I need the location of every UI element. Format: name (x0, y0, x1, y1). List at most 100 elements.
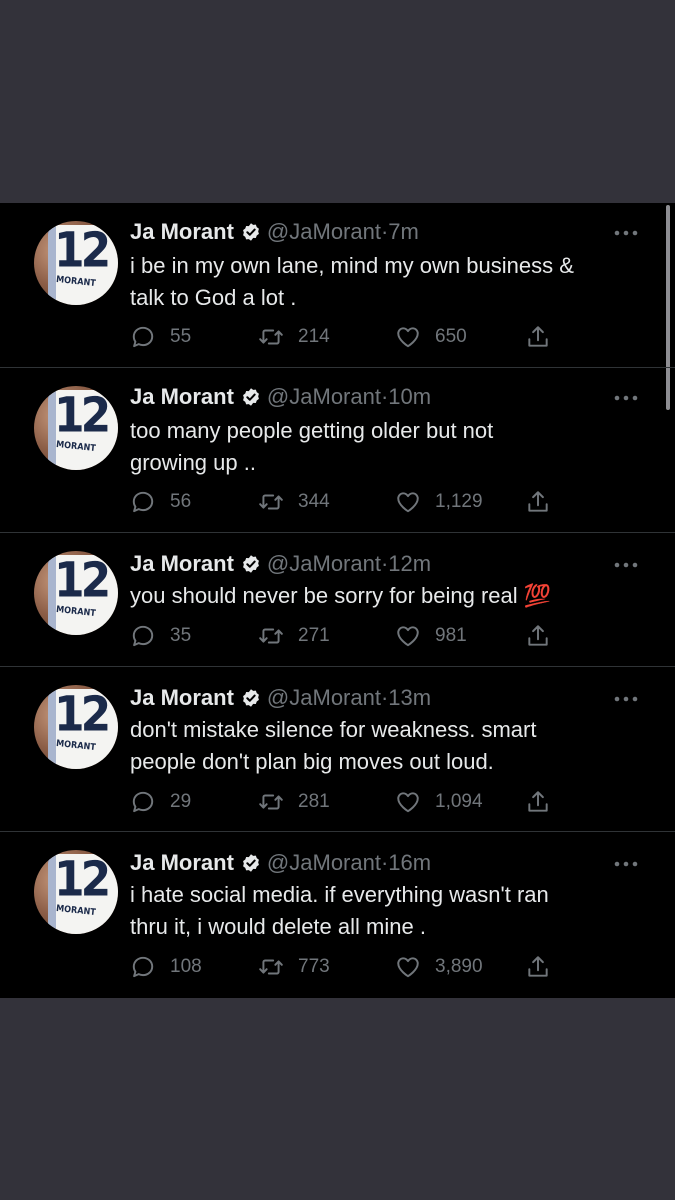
tweet[interactable]: 12 MORANT Ja Morant @JaMorant·12m you sho… (0, 533, 675, 667)
tweet[interactable]: 12 MORANT Ja Morant @JaMorant·16m i hate … (0, 832, 675, 998)
reply-count: 35 (170, 625, 192, 646)
avatar[interactable]: 12 MORANT (34, 221, 118, 305)
share-icon (528, 491, 548, 512)
tweet-text: don't mistake silence for weakness. smar… (130, 714, 640, 778)
author-handle[interactable]: @JaMorant (267, 219, 381, 244)
author-name[interactable]: Ja Morant (130, 219, 234, 244)
like-button[interactable]: 650 (395, 322, 467, 352)
more-options-icon[interactable] (613, 227, 639, 239)
tweet[interactable]: 12 MORANT Ja Morant @JaMorant·7m i be in … (0, 203, 675, 368)
tweet-text-line: talk to God a lot . (130, 285, 297, 310)
share-button[interactable] (525, 621, 551, 651)
share-button[interactable] (525, 952, 551, 982)
tweet-header: Ja Morant @JaMorant·13m (130, 683, 431, 713)
tweet-actions: 108 773 3,890 (130, 952, 570, 982)
share-icon (528, 956, 548, 977)
tweet[interactable]: 12 MORANT Ja Morant @JaMorant·10m too man… (0, 368, 675, 533)
author-name[interactable]: Ja Morant (130, 685, 234, 710)
avatar[interactable]: 12 MORANT (34, 386, 118, 470)
tweet-text-line: too many people getting older but not (130, 418, 494, 443)
author-name[interactable]: Ja Morant (130, 384, 234, 409)
tweet-actions: 35 271 981 (130, 621, 570, 651)
tweet-time[interactable]: 16m (388, 850, 431, 875)
author-name[interactable]: Ja Morant (130, 551, 234, 576)
more-options-icon[interactable] (613, 858, 639, 870)
tweet[interactable]: 12 MORANT Ja Morant @JaMorant·13m don't m… (0, 667, 675, 832)
tweet-text-line: thru it, i would delete all mine . (130, 914, 426, 939)
reply-count: 108 (170, 956, 202, 977)
tweet-actions: 56 344 1,129 (130, 487, 570, 517)
verified-badge-icon (243, 388, 259, 406)
reply-button[interactable]: 108 (130, 952, 202, 982)
tweet-text: i be in my own lane, mind my own busines… (130, 250, 640, 314)
share-icon (528, 326, 548, 347)
reply-button[interactable]: 35 (130, 621, 191, 651)
retweet-icon (259, 959, 283, 975)
like-button[interactable]: 1,129 (395, 487, 483, 517)
reply-count: 55 (170, 326, 192, 347)
tweet-text: too many people getting older but not gr… (130, 415, 640, 479)
retweet-button[interactable]: 271 (258, 621, 330, 651)
tweet-text-line: people don't plan big moves out loud. (130, 749, 494, 774)
share-icon (528, 625, 548, 646)
retweet-count: 271 (298, 625, 330, 646)
avatar[interactable]: 12 MORANT (34, 551, 118, 635)
retweet-button[interactable]: 773 (258, 952, 330, 982)
author-handle[interactable]: @JaMorant (267, 850, 381, 875)
share-button[interactable] (525, 787, 551, 817)
tweet-header: Ja Morant @JaMorant·7m (130, 217, 419, 247)
author-handle[interactable]: @JaMorant (267, 551, 381, 576)
tweet-text: i hate social media. if everything wasn'… (130, 879, 640, 943)
tweet-actions: 29 281 1,094 (130, 787, 570, 817)
like-button[interactable]: 981 (395, 621, 467, 651)
avatar-jersey-number: 12 (54, 552, 111, 609)
tweet-time[interactable]: 13m (388, 685, 431, 710)
tweet-text-line: growing up .. (130, 450, 256, 475)
share-button[interactable] (525, 487, 551, 517)
tweet-header: Ja Morant @JaMorant·10m (130, 382, 431, 412)
tweet-text: you should never be sorry for being real… (130, 580, 640, 612)
retweet-button[interactable]: 214 (258, 322, 330, 352)
more-options-icon[interactable] (613, 693, 639, 705)
retweet-button[interactable]: 344 (258, 487, 330, 517)
retweet-count: 773 (298, 956, 330, 977)
verified-badge-icon (243, 223, 259, 241)
avatar-jersey-number: 12 (54, 387, 111, 444)
author-handle[interactable]: @JaMorant (267, 384, 381, 409)
reply-button[interactable]: 55 (130, 322, 191, 352)
tweet-time[interactable]: 10m (388, 384, 431, 409)
tweet-text-line: i hate social media. if everything wasn'… (130, 882, 549, 907)
verified-badge-icon (243, 555, 259, 573)
verified-badge-icon (243, 854, 259, 872)
more-options-icon[interactable] (613, 392, 639, 404)
reply-icon (132, 791, 154, 813)
retweet-count: 281 (298, 791, 330, 812)
more-options-icon[interactable] (613, 559, 639, 571)
reply-icon (132, 956, 154, 978)
like-button[interactable]: 3,890 (395, 952, 483, 982)
reply-count: 56 (170, 491, 192, 512)
reply-button[interactable]: 29 (130, 787, 191, 817)
reply-icon (132, 625, 154, 647)
heart-icon (397, 327, 419, 348)
tweet-time[interactable]: 12m (388, 551, 431, 576)
author-name[interactable]: Ja Morant (130, 850, 234, 875)
reply-icon (132, 491, 154, 513)
tweet-text-line: don't mistake silence for weakness. smar… (130, 717, 537, 742)
avatar[interactable]: 12 MORANT (34, 850, 118, 934)
heart-icon (397, 492, 419, 513)
tweet-time[interactable]: 7m (388, 219, 419, 244)
retweet-button[interactable]: 281 (258, 787, 330, 817)
tweet-text-line: i be in my own lane, mind my own busines… (130, 253, 574, 278)
author-handle[interactable]: @JaMorant (267, 685, 381, 710)
avatar-jersey-number: 12 (54, 222, 111, 279)
reply-button[interactable]: 56 (130, 487, 191, 517)
retweet-icon (259, 329, 283, 345)
share-button[interactable] (525, 322, 551, 352)
like-button[interactable]: 1,094 (395, 787, 483, 817)
retweet-icon (259, 494, 283, 510)
avatar[interactable]: 12 MORANT (34, 685, 118, 769)
retweet-icon (259, 628, 283, 644)
like-count: 1,129 (435, 491, 483, 512)
verified-badge-icon (243, 689, 259, 707)
